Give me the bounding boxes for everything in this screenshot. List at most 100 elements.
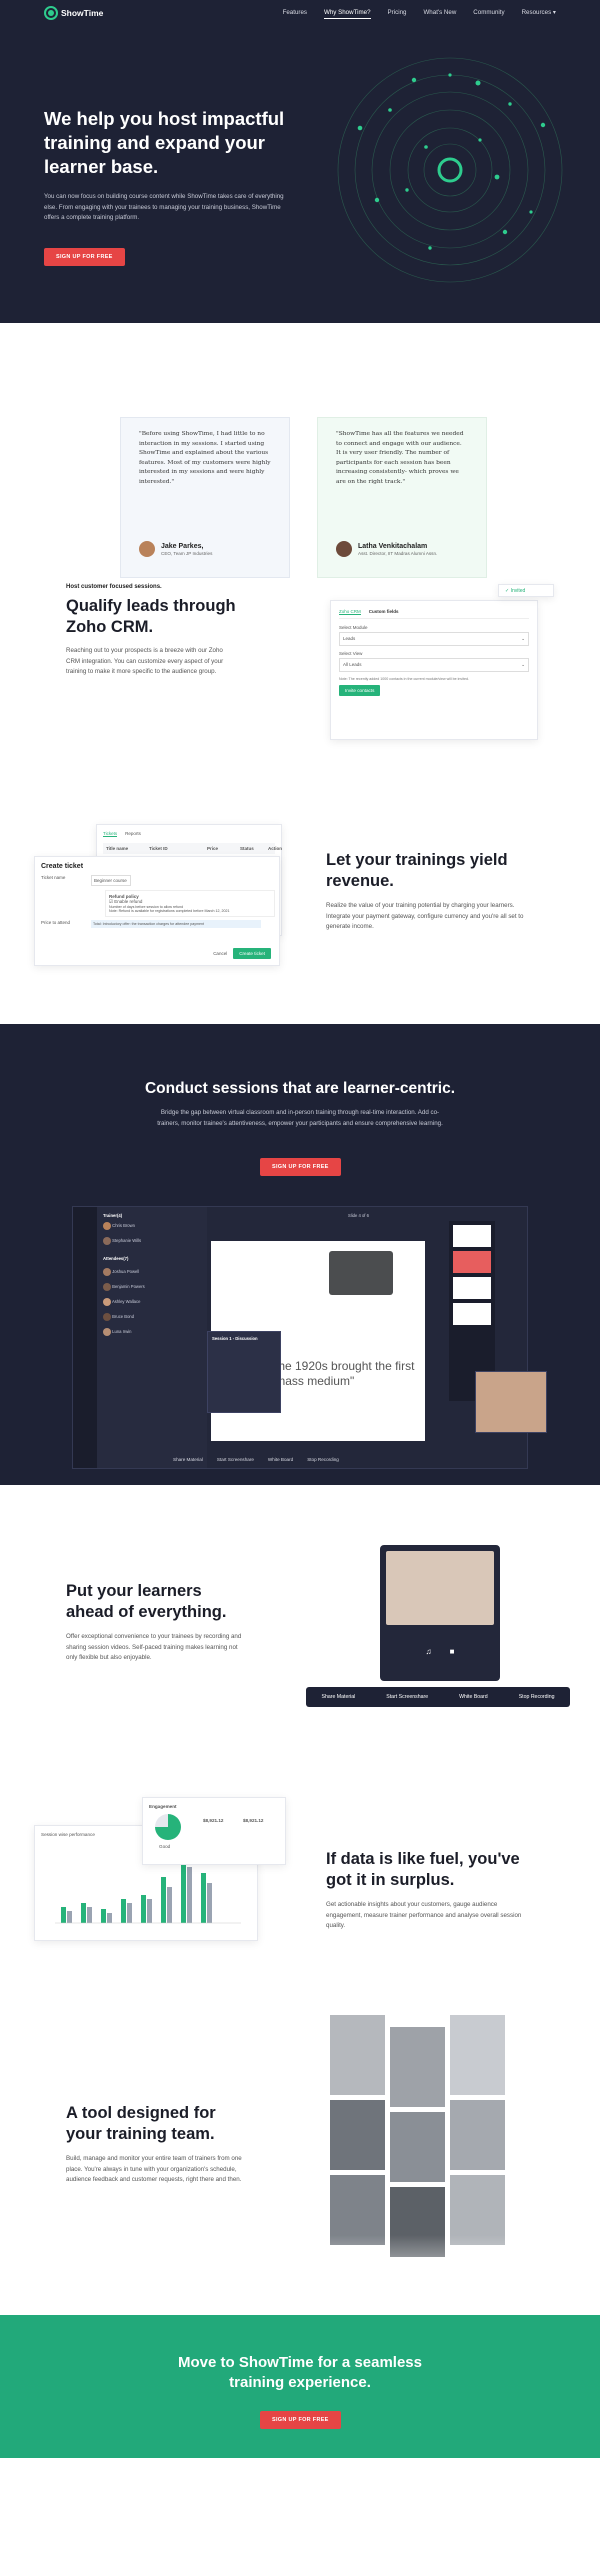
slide-counter: Slide 4 of 6 xyxy=(348,1213,369,1218)
data-section: Session wise performance Engagement Good… xyxy=(0,1765,600,2015)
tab-tickets[interactable]: Tickets xyxy=(103,831,118,837)
create-ticket-button[interactable]: Create ticket xyxy=(233,948,271,959)
module-select[interactable]: Leads ⌄ xyxy=(339,632,529,646)
engagement-label: Good xyxy=(159,1844,171,1849)
team-photo xyxy=(450,2100,505,2170)
module-select-value: Leads xyxy=(343,636,356,641)
video-call-mockup: ♫ ■ xyxy=(380,1545,500,1681)
avatar xyxy=(103,1313,111,1321)
list-item[interactable]: Benjamin Powers xyxy=(103,1283,201,1291)
stop-recording-button[interactable]: Stop Recording xyxy=(307,1457,339,1462)
participant-name: Benjamin Powers xyxy=(112,1284,145,1290)
share-material-button[interactable]: Share Material xyxy=(173,1457,203,1462)
chat-panel: Session 1 - Discussion xyxy=(207,1331,281,1413)
session-toolbar: Share Material Start Screenshare White B… xyxy=(173,1457,339,1462)
list-item[interactable]: Bruce Bond xyxy=(103,1313,201,1321)
ticket-name-input[interactable]: Beginner course xyxy=(91,875,131,886)
view-select[interactable]: All Leads ⌄ xyxy=(339,658,529,672)
white-board-button[interactable]: White Board xyxy=(459,1694,488,1700)
participant-list: Chris Brown Stephanie Wills Attendees(7)… xyxy=(103,1222,201,1336)
hero-body: You can now focus on building course con… xyxy=(44,193,284,221)
nav-item-whats-new[interactable]: What's New xyxy=(423,9,456,19)
slide-text: The 1920s brought the first "mass medium… xyxy=(271,1359,415,1388)
hero-title: We help you host impactful training and … xyxy=(44,108,285,177)
start-screenshare-button[interactable]: Start Screenshare xyxy=(217,1457,254,1462)
fade-overlay xyxy=(330,2235,506,2305)
author-name: Jake Parkes, xyxy=(161,542,204,550)
invite-note: Note: The recently added 1000 contacts i… xyxy=(339,677,469,681)
participant-name: Bruce Bond xyxy=(112,1314,135,1320)
avatar xyxy=(103,1283,111,1291)
top-nav: ShowTime Features Why ShowTime? Pricing … xyxy=(0,6,600,22)
hero-signup-button[interactable]: SIGN UP FOR FREE xyxy=(44,248,125,266)
team-photo xyxy=(390,2027,445,2107)
engagement-value: $8,921.12 xyxy=(203,1818,224,1823)
avatar xyxy=(103,1298,111,1306)
share-material-button[interactable]: Share Material xyxy=(322,1694,356,1700)
column-header: Price xyxy=(207,846,219,851)
testimonial-card: "ShowTime has all the features we needed… xyxy=(317,417,487,578)
microphone-icon[interactable]: ♫ xyxy=(426,1647,432,1656)
nav-menu: Features Why ShowTime? Pricing What's Ne… xyxy=(283,9,556,19)
sessions-section: Conduct sessions that are learner-centri… xyxy=(0,1024,600,1485)
crm-section: Host customer focused sessions. Qualify … xyxy=(0,584,600,784)
list-item[interactable]: Ashley Wallace xyxy=(103,1298,201,1306)
participant-name: Stephanie Wills xyxy=(112,1238,142,1244)
chevron-down-icon: ⌄ xyxy=(521,636,525,641)
list-item[interactable]: Luna Irwin xyxy=(103,1328,201,1336)
nav-item-community[interactable]: Community xyxy=(473,9,504,19)
field-label: Select Module xyxy=(339,625,368,630)
learners-toolbar: Share Material Start Screenshare White B… xyxy=(306,1687,570,1707)
tab-zoho-crm[interactable]: Zoho CRM xyxy=(339,609,361,615)
nav-item-features[interactable]: Features xyxy=(283,9,307,19)
revenue-title: Let your trainings yield revenue. xyxy=(326,851,508,890)
tab-custom-fields[interactable]: Custom fields xyxy=(369,609,399,615)
nav-item-why-showtime[interactable]: Why ShowTime? xyxy=(324,9,371,19)
sessions-signup-button[interactable]: SIGN UP FOR FREE xyxy=(260,1158,341,1176)
refund-note: Note: Refund is available for registrati… xyxy=(109,909,230,913)
slide-thumbnail[interactable] xyxy=(453,1277,491,1299)
sessions-title: Conduct sessions that are learner-centri… xyxy=(144,1080,456,1097)
list-item[interactable]: Chris Brown xyxy=(103,1222,201,1230)
crm-kicker: Host customer focused sessions. xyxy=(66,584,162,590)
slide-thumbnail[interactable] xyxy=(453,1303,491,1325)
slide-thumbnail[interactable] xyxy=(453,1225,491,1247)
slide-thumbnail[interactable] xyxy=(453,1251,491,1273)
presenter-video xyxy=(475,1371,547,1433)
testimonial-quote: "ShowTime has all the features we needed… xyxy=(336,431,464,485)
testimonial-card: "Before using ShowTime, I had little to … xyxy=(120,417,290,578)
stop-recording-button[interactable]: Stop Recording xyxy=(519,1694,555,1700)
session-app-screenshot: Trainer(4) Chris Brown Stephanie Wills A… xyxy=(72,1206,547,1469)
crm-invite-mockup: Zoho CRM Custom fields Select Module Lea… xyxy=(330,600,538,740)
chevron-down-icon: ⌄ xyxy=(521,662,525,667)
author-name: Latha Venkitachalam xyxy=(358,542,428,550)
list-item[interactable]: Stephanie Wills xyxy=(103,1237,201,1245)
footer-cta-section: Move to ShowTime for a seamless training… xyxy=(0,2315,600,2458)
learners-title: Put your learners ahead of everything. xyxy=(66,1582,227,1621)
brand-logo[interactable]: ShowTime xyxy=(44,6,103,20)
network-rings-illustration xyxy=(337,57,563,283)
table-header: Title name Ticket ID Price Status Action xyxy=(103,843,282,854)
crm-title: Qualify leads through Zoho CRM. xyxy=(66,597,236,636)
invited-badge-label: Invited xyxy=(510,588,526,594)
tab-reports[interactable]: Reports xyxy=(125,831,141,837)
refund-policy-box: Refund policy ☑ Enable refund Number of … xyxy=(105,890,275,917)
invite-contacts-button[interactable]: Invite contacts xyxy=(339,685,381,696)
white-board-button[interactable]: White Board xyxy=(268,1457,293,1462)
revenue-body: Realize the value of your training poten… xyxy=(326,902,524,930)
price-info: Total: Introductory offer: the transacti… xyxy=(91,920,261,928)
panel-title: Trainer(4) xyxy=(103,1213,123,1218)
camera-icon[interactable]: ■ xyxy=(450,1647,455,1656)
nav-item-resources[interactable]: Resources ▾ xyxy=(522,9,556,19)
footer-signup-button[interactable]: SIGN UP FOR FREE xyxy=(260,2411,341,2429)
nav-item-pricing[interactable]: Pricing xyxy=(388,9,407,19)
start-screenshare-button[interactable]: Start Screenshare xyxy=(386,1694,428,1700)
field-label: Ticket name xyxy=(41,875,66,880)
team-photo xyxy=(330,2015,385,2095)
list-item[interactable]: Joshua Powell xyxy=(103,1268,201,1276)
hero-section: ShowTime Features Why ShowTime? Pricing … xyxy=(0,0,600,323)
field-label: Select View xyxy=(339,651,363,656)
brand-name: ShowTime xyxy=(61,8,104,18)
participant-name: Joshua Powell xyxy=(112,1269,140,1275)
cancel-button[interactable]: Cancel xyxy=(213,951,227,956)
